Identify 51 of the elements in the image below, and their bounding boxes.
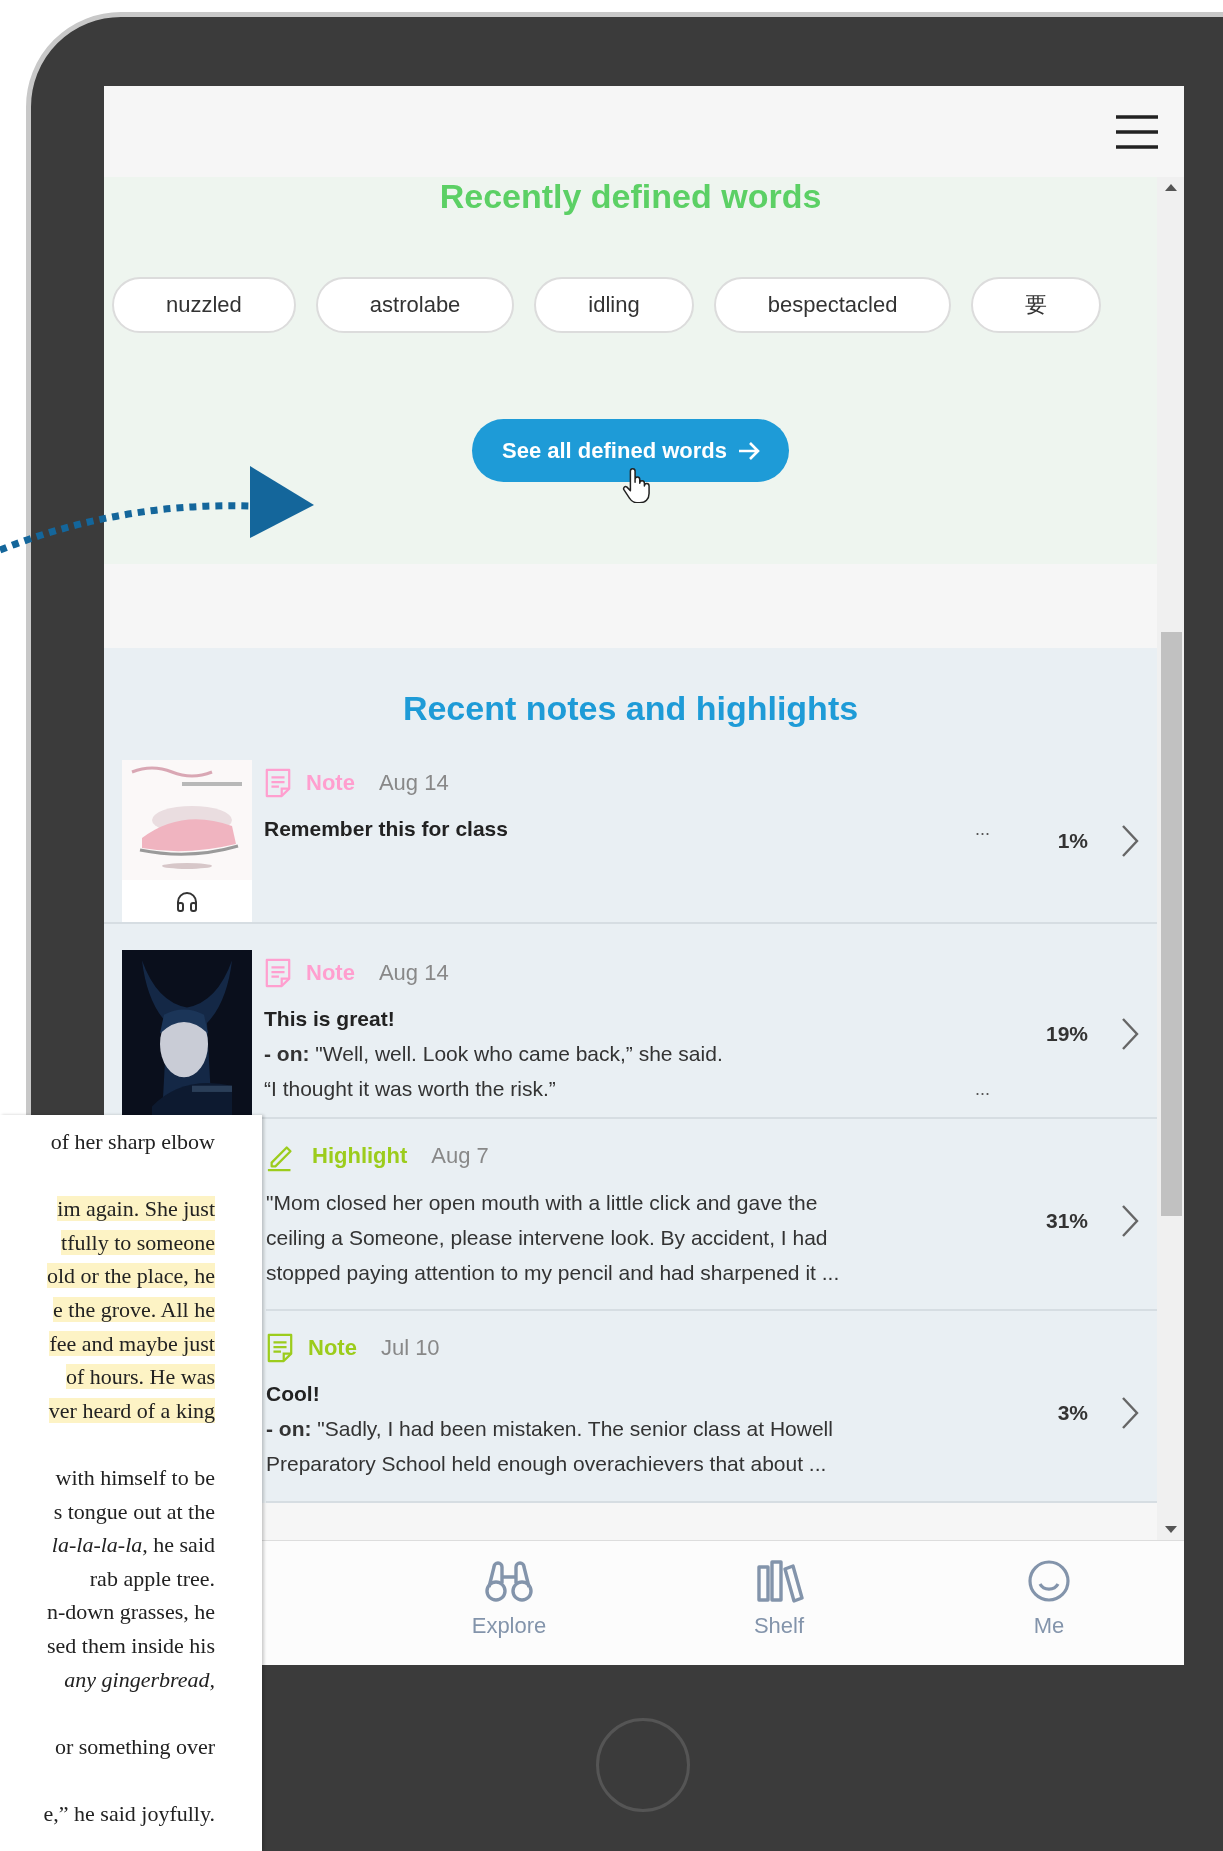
binoculars-icon — [484, 1559, 534, 1603]
word-chip[interactable]: idling — [534, 277, 694, 333]
book-paragraph: with himself to be s tongue out at the la-la-la-la, he said rab apple tree. n-down grasses, he sed them inside his any gingerbread, — [45, 1463, 215, 1694]
hand-cursor-icon — [622, 467, 650, 503]
book-paragraph: or something over — [53, 1732, 215, 1761]
note-row[interactable]: Note Aug 14 Remember this for class ... 1% — [104, 750, 1157, 924]
book-paragraph: im again. She just tfully to someone old or the place, he e the grove. All he fee and maybe just of hours. He was ver heard of a king — [46, 1195, 215, 1425]
menu-icon[interactable] — [1114, 113, 1160, 150]
scrollbar[interactable] — [1157, 177, 1184, 1540]
progress-percent: 19% — [1044, 1021, 1088, 1046]
word-chip[interactable]: 要 — [971, 277, 1102, 333]
book-paragraph: e,” he said joyfully. — [42, 1799, 215, 1828]
chevron-right-icon[interactable] — [1120, 824, 1140, 858]
scroll-up-icon[interactable] — [1165, 183, 1177, 191]
arrow-right-icon — [736, 440, 761, 461]
note-title: This is great! — [264, 1006, 396, 1032]
entry-date: Aug 7 — [431, 1143, 489, 1169]
entry-date: Aug 14 — [378, 960, 449, 986]
more-dots[interactable]: ... — [975, 812, 996, 846]
headphones-icon — [175, 890, 199, 912]
scroll-down-icon[interactable] — [1165, 1526, 1177, 1534]
smiley-icon — [1027, 1559, 1071, 1603]
quoted-text: - on: "Well, well. Look who came back,” she said. “I thought it was worth the risk.” — [264, 1041, 724, 1102]
note-icon — [264, 768, 292, 798]
more-dots[interactable]: ... — [975, 1072, 996, 1106]
chevron-right-icon[interactable] — [1120, 1016, 1140, 1051]
chevron-right-icon[interactable] — [1120, 1204, 1140, 1238]
note-row[interactable]: Note Aug 14 This is great! - on: "Well, well. Look who came back,” she said. “I thought it was worth the risk.” ... 19% — [104, 924, 1157, 1119]
entry-type: Note — [308, 1335, 357, 1361]
progress-percent: 31% — [1044, 1209, 1088, 1233]
note-icon — [266, 1333, 294, 1363]
note-title: Cool! — [266, 1381, 321, 1407]
section-title: Recent notes and highlights — [401, 688, 860, 728]
word-chip[interactable]: nuzzled — [112, 277, 296, 333]
note-title: Remember this for class — [264, 816, 509, 842]
quoted-text: - on: "Sadly, I had been mistaken. The senior class at Howell Preparatory School held enough overachievers that about ... — [266, 1416, 834, 1477]
progress-percent: 3% — [1056, 1401, 1088, 1425]
book-paragraph: of her sharp elbow — [49, 1128, 215, 1156]
entry-type: Note — [306, 960, 355, 986]
chevron-right-icon[interactable] — [1120, 1396, 1140, 1430]
section-title: Recently defined words — [439, 177, 822, 215]
word-chip[interactable]: bespectacled — [713, 277, 952, 333]
books-icon — [754, 1559, 804, 1603]
progress-percent: 1% — [1056, 829, 1088, 853]
word-chip[interactable]: astrolabe — [315, 277, 515, 333]
entry-date: Jul 10 — [380, 1335, 440, 1361]
entry-type: Highlight — [312, 1143, 408, 1169]
note-icon — [264, 958, 292, 988]
entry-date: Aug 14 — [378, 770, 449, 796]
quoted-text: "Mom closed her open mouth with a little click and gave the ceiling a Someone, please intervene look. By accident, I had stopped paying attention to my pencil and had sharpened it ... — [266, 1190, 841, 1286]
entry-type: Note — [306, 770, 355, 796]
